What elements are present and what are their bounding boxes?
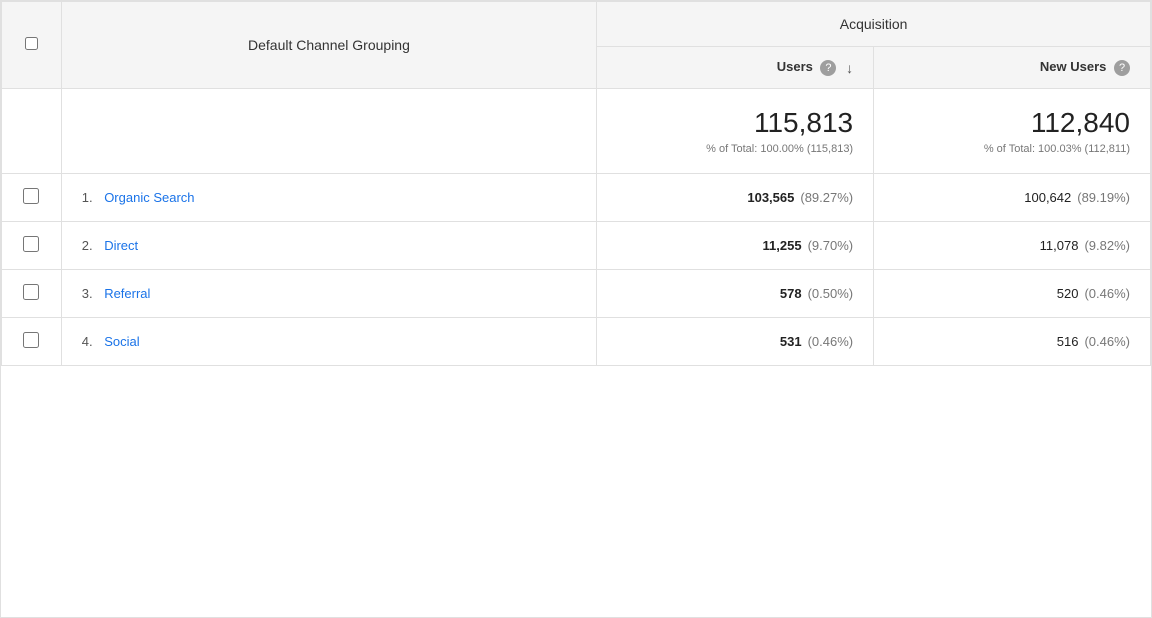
totals-users-cell: 115,813 % of Total: 100.00% (115,813) <box>597 88 874 173</box>
channel-link[interactable]: Organic Search <box>104 190 194 205</box>
users-cell: 578 (0.50%) <box>597 269 874 317</box>
row-checkbox-cell[interactable] <box>2 317 62 365</box>
users-header-label: Users <box>777 59 813 74</box>
table-row: 2. Direct 11,255 (9.70%) 11,078 (9.82%) <box>2 221 1151 269</box>
new-users-pct: (0.46%) <box>1084 334 1130 349</box>
channel-cell: 3. Referral <box>61 269 596 317</box>
totals-users-value: 115,813 <box>617 107 853 139</box>
new-users-value: 11,078 <box>1040 238 1079 253</box>
row-number: 1. <box>82 190 93 205</box>
sort-arrow-icon[interactable]: ↓ <box>846 60 853 76</box>
table-row: 1. Organic Search 103,565 (89.27%) 100,642… <box>2 173 1151 221</box>
select-all-checkbox[interactable] <box>25 37 38 50</box>
table-row: 3. Referral 578 (0.50%) 520 (0.46%) <box>2 269 1151 317</box>
totals-new-users-value: 112,840 <box>894 107 1130 139</box>
channel-cell: 2. Direct <box>61 221 596 269</box>
analytics-table: Default Channel Grouping Acquisition Use… <box>0 0 1152 618</box>
users-help-icon[interactable]: ? <box>820 60 836 76</box>
users-pct: (9.70%) <box>808 238 854 253</box>
users-value: 103,565 <box>747 190 794 205</box>
row-number: 2. <box>82 238 93 253</box>
new-users-pct: (0.46%) <box>1084 286 1130 301</box>
channel-link[interactable]: Direct <box>104 238 138 253</box>
new-users-cell: 100,642 (89.19%) <box>874 173 1151 221</box>
totals-row: 115,813 % of Total: 100.00% (115,813) 11… <box>2 88 1151 173</box>
users-column-header[interactable]: Users ? ↓ <box>597 47 874 89</box>
row-checkbox[interactable] <box>23 188 39 204</box>
table-row: 4. Social 531 (0.46%) 516 (0.46%) <box>2 317 1151 365</box>
new-users-cell: 520 (0.46%) <box>874 269 1151 317</box>
totals-users-sub: % of Total: 100.00% (115,813) <box>617 143 853 155</box>
new-users-column-header[interactable]: New Users ? <box>874 47 1151 89</box>
channel-grouping-label: Default Channel Grouping <box>248 37 410 53</box>
channel-link[interactable]: Referral <box>104 286 150 301</box>
row-checkbox-cell[interactable] <box>2 269 62 317</box>
new-users-value: 516 <box>1057 334 1079 349</box>
channel-link[interactable]: Social <box>104 334 139 349</box>
row-checkbox[interactable] <box>23 332 39 348</box>
row-checkbox[interactable] <box>23 284 39 300</box>
row-number: 3. <box>82 286 93 301</box>
new-users-pct: (9.82%) <box>1084 238 1130 253</box>
users-value: 578 <box>780 286 802 301</box>
new-users-value: 100,642 <box>1024 190 1071 205</box>
users-cell: 103,565 (89.27%) <box>597 173 874 221</box>
new-users-help-icon[interactable]: ? <box>1114 60 1130 76</box>
channel-grouping-header: Default Channel Grouping <box>61 2 596 89</box>
new-users-cell: 11,078 (9.82%) <box>874 221 1151 269</box>
new-users-value: 520 <box>1057 286 1079 301</box>
users-pct: (0.46%) <box>808 334 854 349</box>
row-number: 4. <box>82 334 93 349</box>
row-checkbox-cell[interactable] <box>2 221 62 269</box>
acquisition-header: Acquisition <box>597 2 1151 47</box>
users-pct: (89.27%) <box>800 190 853 205</box>
totals-new-users-sub: % of Total: 100.03% (112,811) <box>894 143 1130 155</box>
select-all-checkbox-header[interactable] <box>2 2 62 89</box>
header-row-acquisition: Default Channel Grouping Acquisition <box>2 2 1151 47</box>
new-users-pct: (89.19%) <box>1077 190 1130 205</box>
new-users-cell: 516 (0.46%) <box>874 317 1151 365</box>
acquisition-label: Acquisition <box>840 16 908 32</box>
channel-cell: 1. Organic Search <box>61 173 596 221</box>
totals-channel-cell <box>61 88 596 173</box>
users-cell: 531 (0.46%) <box>597 317 874 365</box>
users-value: 11,255 <box>763 238 802 253</box>
users-value: 531 <box>780 334 802 349</box>
new-users-header-label: New Users <box>1040 59 1106 74</box>
totals-checkbox-cell <box>2 88 62 173</box>
users-cell: 11,255 (9.70%) <box>597 221 874 269</box>
row-checkbox-cell[interactable] <box>2 173 62 221</box>
totals-new-users-cell: 112,840 % of Total: 100.03% (112,811) <box>874 88 1151 173</box>
channel-cell: 4. Social <box>61 317 596 365</box>
row-checkbox[interactable] <box>23 236 39 252</box>
users-pct: (0.50%) <box>808 286 854 301</box>
